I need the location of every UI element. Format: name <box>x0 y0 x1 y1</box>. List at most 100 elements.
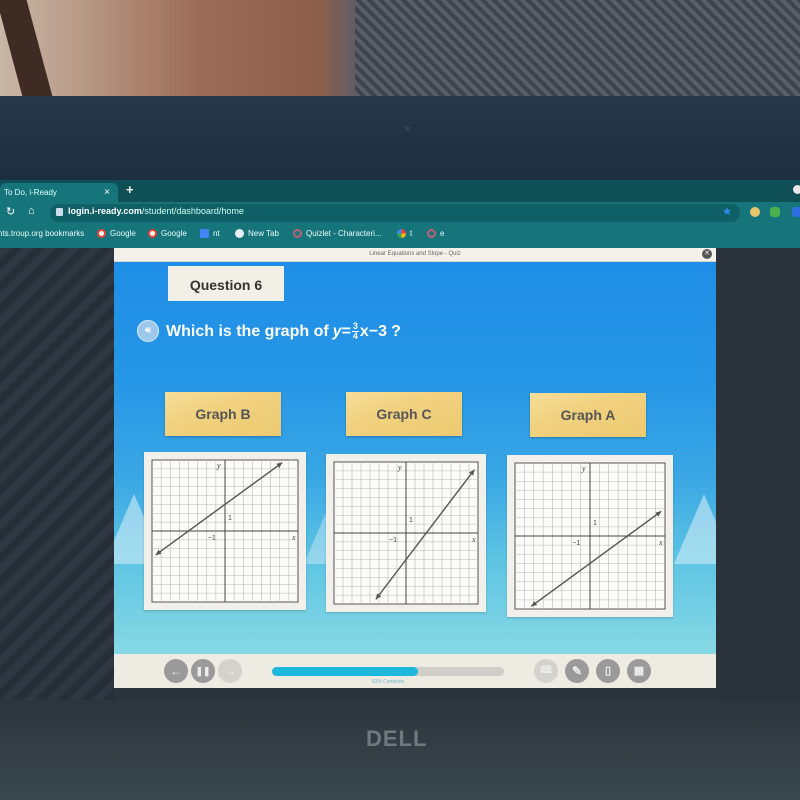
fraction-numerator: 3 <box>352 321 358 331</box>
google-icon <box>97 229 106 238</box>
bookmark-label: Quizlet - Characteri... <box>306 229 382 238</box>
graph-card-a[interactable]: x y 1 −1 <box>507 455 673 617</box>
fabric-pattern <box>355 0 800 96</box>
equation-fraction: 3 4 <box>351 321 359 341</box>
extension-icon[interactable] <box>750 207 760 217</box>
equation-y: y <box>332 322 342 340</box>
tick-label-y: 1 <box>409 517 413 524</box>
back-arrow-icon[interactable]: ← <box>164 659 188 683</box>
quiz-title: Linear Equations and Slope - Quiz <box>369 251 461 257</box>
google-icon <box>148 229 157 238</box>
extension-icon[interactable] <box>792 207 800 217</box>
equation-rest: x−3 <box>359 322 388 340</box>
reload-icon[interactable]: ↻ <box>6 205 15 218</box>
pencil-icon[interactable]: ✎ <box>565 659 589 683</box>
graph-b-plot: x y 1 −1 <box>151 459 299 603</box>
answer-graph-a-button[interactable]: Graph A <box>530 393 646 437</box>
tab-title: To Do, i-Ready <box>4 188 57 197</box>
docs-icon <box>200 229 209 238</box>
url-text: login.i-ready.com/student/dashboard/home <box>68 206 244 216</box>
bookmark-google[interactable]: Google <box>148 229 187 238</box>
progress-fill <box>272 667 419 676</box>
tick-label-x: −1 <box>389 537 397 544</box>
bookmark-folder[interactable]: nts.troup.org bookmarks <box>0 229 84 238</box>
x-axis-label: x <box>471 535 476 544</box>
prompt-text: Which is the graph of <box>166 322 329 340</box>
quizlet-icon <box>293 229 302 238</box>
y-axis-label: y <box>581 464 586 473</box>
y-axis-label: y <box>397 463 402 472</box>
speaker-icon[interactable]: 🔊︎ <box>137 320 159 342</box>
tick-label-y: 1 <box>228 515 232 522</box>
quiz-footer: ← ❚❚ → 63% Complete 🕮︎ ✎ ▯ ▦ <box>114 654 716 688</box>
browser-chrome: To Do, i-Ready × + ↻ ⌂ login.i-ready.com… <box>0 180 800 248</box>
close-tab-icon[interactable]: × <box>104 183 110 202</box>
bookmark-label: Google <box>110 229 136 238</box>
question-mark: ? <box>391 322 401 340</box>
bookmarks-bar: nts.troup.org bookmarks Google Google nt… <box>0 224 800 248</box>
desktop-background-left <box>0 248 114 700</box>
x-axis-label: x <box>291 533 296 542</box>
bookmark-docs[interactable]: nt <box>200 229 220 238</box>
pause-icon[interactable]: ❚❚ <box>191 659 215 683</box>
glossary-book-icon[interactable]: 🕮︎ <box>534 659 558 683</box>
url-path: /student/dashboard/home <box>141 206 244 216</box>
bookmark-label: New Tab <box>248 229 279 238</box>
bookmark-label: Google <box>161 229 187 238</box>
question-prompt: Which is the graph of y = 3 4 x−3 ? <box>166 322 401 341</box>
desktop-background-right <box>716 248 800 700</box>
bookmark-star-icon[interactable]: ★ <box>722 205 732 218</box>
close-quiz-icon[interactable]: ✕ <box>702 249 712 259</box>
tab-strip: To Do, i-Ready × + <box>0 180 800 202</box>
progress-bar <box>272 667 504 676</box>
tick-label-x: −1 <box>572 540 580 547</box>
webcam <box>405 126 410 131</box>
bookmark-label: e <box>440 229 445 238</box>
photos-icon <box>397 229 406 238</box>
progress-label: 63% Complete <box>371 679 405 685</box>
equation-equals: = <box>341 322 351 340</box>
answer-graph-c-button[interactable]: Graph C <box>346 392 462 436</box>
tick-label-y: 1 <box>593 520 597 527</box>
tab-iready[interactable]: To Do, i-Ready × <box>0 183 118 202</box>
graph-a-plot: x y 1 −1 <box>514 462 666 610</box>
graph-card-c[interactable]: x y 1 −1 <box>326 454 486 612</box>
dell-logo: DELL <box>366 726 428 751</box>
background-room <box>0 0 800 100</box>
bookmark-google[interactable]: Google <box>97 229 136 238</box>
fraction-denominator: 4 <box>352 331 358 341</box>
ring-icon <box>427 229 436 238</box>
quiz-window: Linear Equations and Slope - Quiz ✕ Ques… <box>114 248 716 688</box>
url-host: login.i-ready.com <box>68 206 142 216</box>
address-bar[interactable]: login.i-ready.com/student/dashboard/home… <box>50 204 740 222</box>
page-info-icon[interactable] <box>56 208 63 216</box>
question-number: Question 6 <box>168 266 284 301</box>
bookmark-photos[interactable]: t <box>397 229 412 238</box>
mountain-decoration <box>674 494 716 564</box>
answer-graph-b-button[interactable]: Graph B <box>165 392 281 436</box>
extension-icon[interactable] <box>770 207 780 217</box>
new-tab-button[interactable]: + <box>126 182 134 197</box>
calculator-icon[interactable]: ▦ <box>627 659 651 683</box>
home-icon[interactable]: ⌂ <box>28 205 35 217</box>
quiz-title-bar: Linear Equations and Slope - Quiz ✕ <box>114 248 716 262</box>
bookmark-quizlet[interactable]: Quizlet - Characteri... <box>293 229 382 238</box>
bookmark-new-tab[interactable]: New Tab <box>235 229 279 238</box>
bookmark-label: nt <box>213 229 220 238</box>
notepad-icon[interactable]: ▯ <box>596 659 620 683</box>
globe-icon <box>235 229 244 238</box>
browser-toolbar: ↻ ⌂ login.i-ready.com/student/dashboard/… <box>0 202 800 224</box>
forward-arrow-icon[interactable]: → <box>218 659 242 683</box>
profile-icon[interactable] <box>793 185 800 194</box>
graph-card-b[interactable]: x y 1 −1 <box>144 452 306 610</box>
bookmark-label: nts.troup.org bookmarks <box>0 229 85 238</box>
laptop-bezel-top <box>0 96 800 180</box>
tick-label-x: −1 <box>208 535 216 542</box>
bookmark-e[interactable]: e <box>427 229 444 238</box>
y-axis-label: y <box>216 461 221 470</box>
quiz-stage: Question 6 🔊︎ Which is the graph of y = … <box>114 262 716 654</box>
x-axis-label: x <box>658 538 663 547</box>
bookmark-label: t <box>410 229 413 238</box>
chair-leg <box>0 0 54 100</box>
graph-c-plot: x y 1 −1 <box>333 461 479 605</box>
